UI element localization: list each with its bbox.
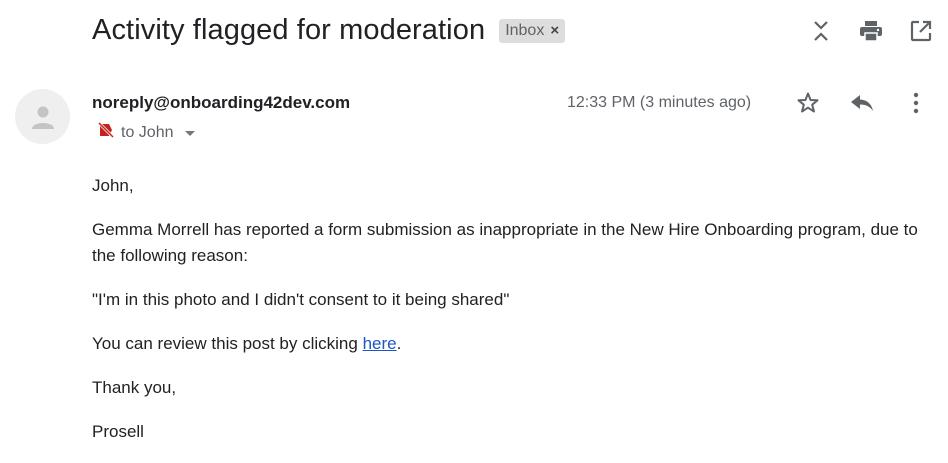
message-timestamp: 12:33 PM (3 minutes ago) (567, 94, 752, 111)
review-line: You can review this post by clicking her… (92, 331, 922, 357)
person-icon (31, 106, 54, 129)
sender-avatar[interactable] (15, 89, 70, 144)
more-vert-icon[interactable] (903, 90, 929, 116)
remove-label-button[interactable]: × (550, 22, 559, 39)
print-icon[interactable] (858, 18, 884, 44)
not-important-marker-icon[interactable] (97, 121, 115, 144)
message-actions (795, 90, 929, 116)
expand-collapse-icon[interactable] (808, 18, 834, 44)
review-suffix: . (396, 334, 402, 353)
closing: Thank you, (92, 378, 177, 397)
open-in-new-window-icon[interactable] (908, 18, 934, 44)
star-icon[interactable] (795, 90, 821, 116)
review-prefix: You can review this post by clicking (92, 334, 363, 353)
subject-row: Activity flagged for moderation Inbox × (92, 14, 566, 47)
sender-email[interactable]: noreply@onboarding42dev.com (92, 93, 350, 113)
quoted-reason: "I'm in this photo and I didn't consent … (92, 290, 510, 309)
review-link[interactable]: here (363, 334, 397, 353)
recipient-label: to John (121, 123, 174, 141)
reply-icon[interactable] (849, 90, 875, 116)
recipient-row: to John (97, 121, 196, 144)
show-details-dropdown-icon[interactable] (185, 131, 196, 136)
greeting: John, (92, 176, 134, 195)
inbox-label-chip[interactable]: Inbox × (499, 18, 566, 43)
message-body: John, Gemma Morrell has reported a form … (92, 173, 922, 463)
thread-toolbar (808, 18, 934, 44)
signature: Prosell (92, 422, 144, 441)
inbox-label-text: Inbox (505, 21, 545, 39)
email-subject: Activity flagged for moderation (92, 14, 486, 46)
body-paragraph: Gemma Morrell has reported a form submis… (92, 220, 918, 265)
